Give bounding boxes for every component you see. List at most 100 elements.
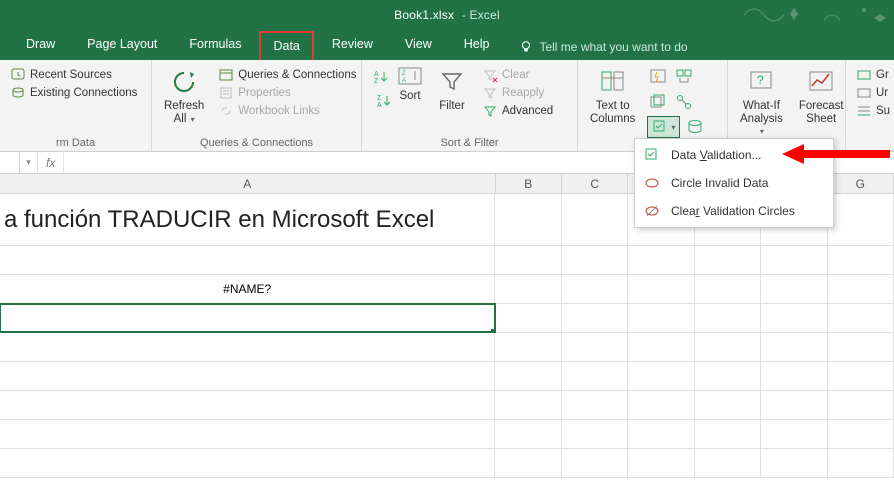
- cell[interactable]: [495, 333, 561, 361]
- name-box[interactable]: [0, 152, 20, 173]
- text-to-columns-button[interactable]: Text to Columns: [586, 64, 639, 138]
- cell[interactable]: [695, 304, 761, 332]
- reapply-button[interactable]: Reapply: [480, 84, 555, 102]
- cell[interactable]: [828, 333, 894, 361]
- refresh-all-button[interactable]: Refresh All ▾: [160, 64, 208, 135]
- recent-sources-button[interactable]: Recent Sources: [8, 66, 143, 84]
- cell[interactable]: [761, 333, 827, 361]
- cell[interactable]: [562, 246, 628, 274]
- cell[interactable]: [562, 304, 628, 332]
- cell[interactable]: [495, 275, 561, 303]
- filter-button[interactable]: Filter: [432, 64, 472, 135]
- cell[interactable]: [495, 194, 561, 245]
- menu-circle-invalid[interactable]: Circle Invalid Data: [637, 169, 831, 197]
- sort-az-button[interactable]: AZ: [370, 66, 392, 88]
- cell[interactable]: [628, 420, 694, 448]
- cell[interactable]: [828, 391, 894, 419]
- subtotal-button[interactable]: Su: [854, 102, 878, 120]
- col-header-b[interactable]: B: [496, 174, 562, 193]
- properties-button[interactable]: Properties: [216, 84, 358, 102]
- cell[interactable]: [761, 420, 827, 448]
- data-model-button[interactable]: [684, 116, 706, 138]
- cell[interactable]: [495, 362, 561, 390]
- cell[interactable]: [562, 275, 628, 303]
- cell[interactable]: [495, 304, 561, 332]
- fx-label[interactable]: fx: [38, 152, 64, 173]
- col-header-a[interactable]: A: [0, 174, 496, 193]
- cell[interactable]: [0, 333, 495, 361]
- cell[interactable]: [495, 420, 561, 448]
- cell[interactable]: [562, 391, 628, 419]
- tell-me-search[interactable]: Tell me what you want to do: [507, 34, 699, 60]
- cell[interactable]: [828, 362, 894, 390]
- cell[interactable]: [0, 449, 495, 477]
- group-button[interactable]: Gr: [854, 66, 878, 84]
- cell[interactable]: [495, 391, 561, 419]
- cell-a4-selected[interactable]: [0, 304, 495, 332]
- cell[interactable]: [761, 449, 827, 477]
- clear-filter-button[interactable]: Clear: [480, 66, 555, 84]
- cell[interactable]: [761, 246, 827, 274]
- tab-data[interactable]: Data: [259, 31, 313, 60]
- workbook-links-button[interactable]: Workbook Links: [216, 102, 358, 120]
- menu-clear-circles[interactable]: Clear Validation Circles: [637, 197, 831, 225]
- cell[interactable]: [628, 391, 694, 419]
- cell[interactable]: [562, 420, 628, 448]
- cell[interactable]: [761, 304, 827, 332]
- cell[interactable]: [761, 391, 827, 419]
- data-validation-split-button[interactable]: ▾: [647, 116, 680, 138]
- tab-draw[interactable]: Draw: [12, 29, 69, 60]
- cell[interactable]: [695, 275, 761, 303]
- relationships-button[interactable]: [673, 91, 695, 113]
- sort-button[interactable]: ZA: [396, 66, 424, 88]
- cell[interactable]: [495, 246, 561, 274]
- cell[interactable]: [562, 362, 628, 390]
- cell[interactable]: [628, 333, 694, 361]
- cell[interactable]: [828, 275, 894, 303]
- cell[interactable]: [828, 304, 894, 332]
- advanced-filter-button[interactable]: Advanced: [480, 102, 555, 120]
- cell[interactable]: [695, 391, 761, 419]
- tab-view[interactable]: View: [391, 29, 446, 60]
- cell[interactable]: [695, 333, 761, 361]
- cell[interactable]: [562, 194, 628, 245]
- tab-help[interactable]: Help: [450, 29, 504, 60]
- cell[interactable]: [628, 362, 694, 390]
- name-box-dropdown[interactable]: ▾: [20, 152, 38, 173]
- cell[interactable]: [761, 275, 827, 303]
- cell[interactable]: [695, 362, 761, 390]
- remove-duplicates-button[interactable]: [647, 91, 669, 113]
- cell[interactable]: [628, 304, 694, 332]
- cell[interactable]: [0, 246, 495, 274]
- ungroup-button[interactable]: Ur: [854, 84, 878, 102]
- cell[interactable]: [0, 391, 495, 419]
- cell-a3[interactable]: #NAME?: [0, 275, 495, 303]
- cell[interactable]: [628, 246, 694, 274]
- cell[interactable]: [562, 449, 628, 477]
- col-header-g[interactable]: G: [828, 174, 894, 193]
- tab-formulas[interactable]: Formulas: [175, 29, 255, 60]
- forecast-sheet-button[interactable]: Forecast Sheet: [795, 64, 848, 147]
- fill-handle[interactable]: [491, 329, 495, 332]
- cell[interactable]: [695, 449, 761, 477]
- cell-a1[interactable]: a función TRADUCIR en Microsoft Excel: [0, 194, 495, 245]
- cell[interactable]: [828, 194, 894, 245]
- cell[interactable]: [0, 420, 495, 448]
- cell[interactable]: [495, 449, 561, 477]
- cell[interactable]: [628, 449, 694, 477]
- cell[interactable]: [761, 362, 827, 390]
- existing-connections-button[interactable]: Existing Connections: [8, 84, 143, 102]
- cell[interactable]: [695, 246, 761, 274]
- consolidate-button[interactable]: [673, 66, 695, 88]
- queries-connections-button[interactable]: Queries & Connections: [216, 66, 358, 84]
- tab-page-layout[interactable]: Page Layout: [73, 29, 171, 60]
- tab-review[interactable]: Review: [318, 29, 387, 60]
- cell[interactable]: [695, 420, 761, 448]
- what-if-analysis-button[interactable]: ? What-If Analysis ▾: [736, 64, 787, 147]
- sort-za-button[interactable]: ZA: [373, 90, 395, 112]
- flash-fill-button[interactable]: [647, 66, 669, 88]
- cell[interactable]: [828, 246, 894, 274]
- cell[interactable]: [828, 449, 894, 477]
- cell[interactable]: [0, 362, 495, 390]
- cell[interactable]: [828, 420, 894, 448]
